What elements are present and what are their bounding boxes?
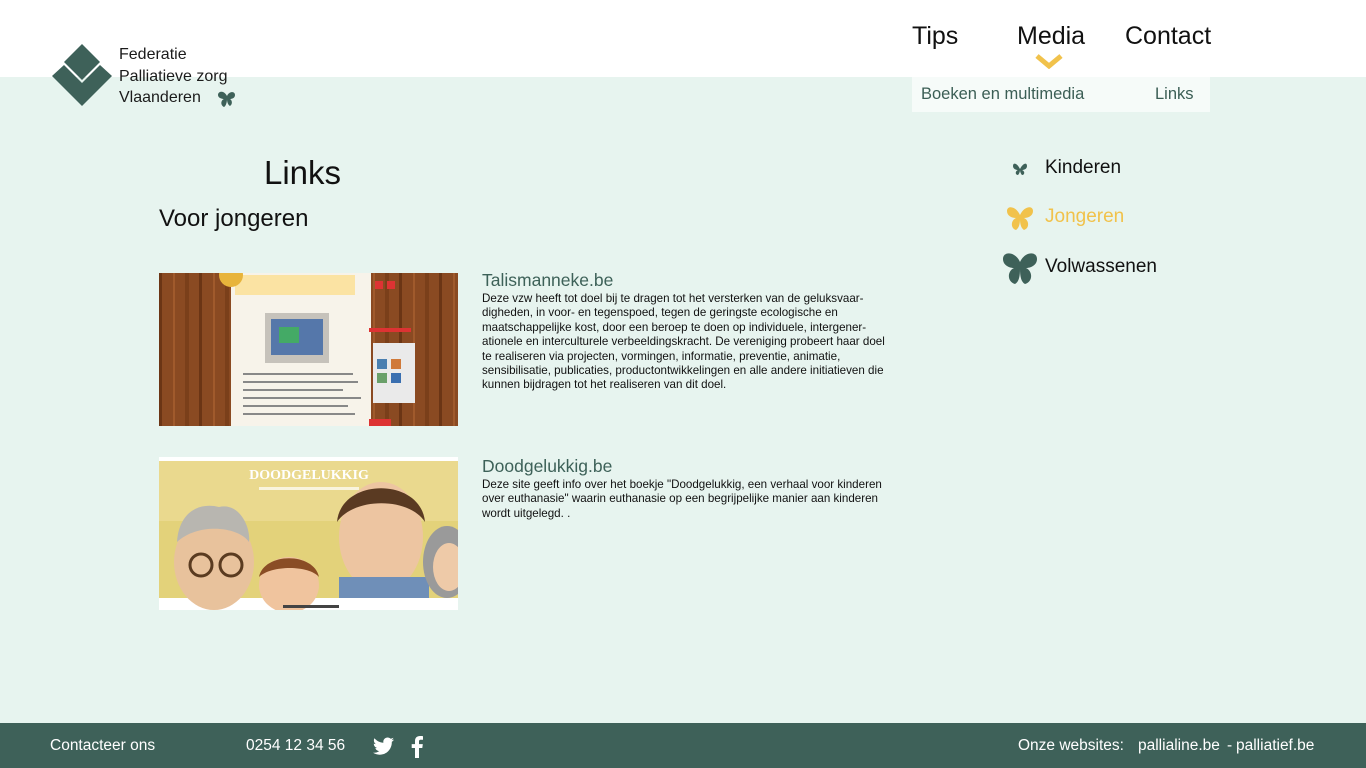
link-talismanneke[interactable]: Talismanneke.be [482,270,613,291]
footer-contact-link[interactable]: Contacteer ons [50,737,155,755]
category-label: Jongeren [1045,206,1125,227]
doodgelukkig-thumbnail[interactable]: DOODGELUKKIG [159,457,458,610]
butterfly-medium-icon [1007,207,1033,230]
logo-line-3: Vlaanderen [119,89,201,106]
section-title: Voor jongeren [159,205,309,232]
twitter-icon[interactable] [373,737,395,760]
footer-separator: - [1227,737,1233,754]
nav-tips[interactable]: Tips [912,22,958,51]
logo-line-1: Federatie [119,46,187,63]
footer: Contacteer ons 0254 12 34 56 Onze websit… [0,723,1366,768]
doodgelukkig-description: Deze site geeft info over het boekje "Do… [482,478,882,520]
media-submenu: Boeken en multimedia Links [912,77,1210,112]
category-volwassenen[interactable]: Volwassenen [1000,250,1200,286]
submenu-links[interactable]: Links [1155,85,1194,104]
link-doodgelukkig[interactable]: Doodgelukkig.be [482,456,612,477]
site-logo[interactable]: Federatie Palliatieve zorg Vlaanderen [52,44,252,108]
website-screenshot-image [159,273,458,426]
butterfly-icon [218,91,235,107]
diamond-chevron-logo-icon [52,44,112,106]
page-title: Links [264,154,342,191]
nav-contact[interactable]: Contact [1125,22,1211,51]
footer-site-pallialine[interactable]: pallialine.be [1138,737,1220,755]
logo-line-2: Palliatieve zorg [119,67,228,85]
facebook-icon[interactable] [411,736,423,763]
book-cover-image: DOODGELUKKIG [159,457,458,610]
nav-media[interactable]: Media [1017,22,1085,51]
category-jongeren[interactable]: Jongeren [1000,200,1200,236]
chevron-down-icon [1035,54,1063,69]
butterfly-small-icon [1013,163,1027,175]
talismanneke-thumbnail[interactable] [159,273,458,426]
footer-site-palliatief[interactable]: palliatief.be [1236,737,1314,755]
footer-websites-label: Onze websites: [1018,737,1124,754]
talismanneke-description: Deze vzw heeft tot doel bij te dragen to… [482,292,885,392]
butterfly-large-icon [1003,253,1037,284]
logo-text: Federatie Palliatieve zorg Vlaanderen [119,44,228,109]
category-label: Kinderen [1045,157,1122,178]
book-cover-title: DOODGELUKKIG [249,468,369,483]
footer-phone: 0254 12 34 56 [246,737,346,754]
category-label: Volwassenen [1045,256,1157,277]
submenu-books[interactable]: Boeken en multimedia [921,85,1084,104]
category-kinderen[interactable]: Kinderen [1000,151,1200,187]
